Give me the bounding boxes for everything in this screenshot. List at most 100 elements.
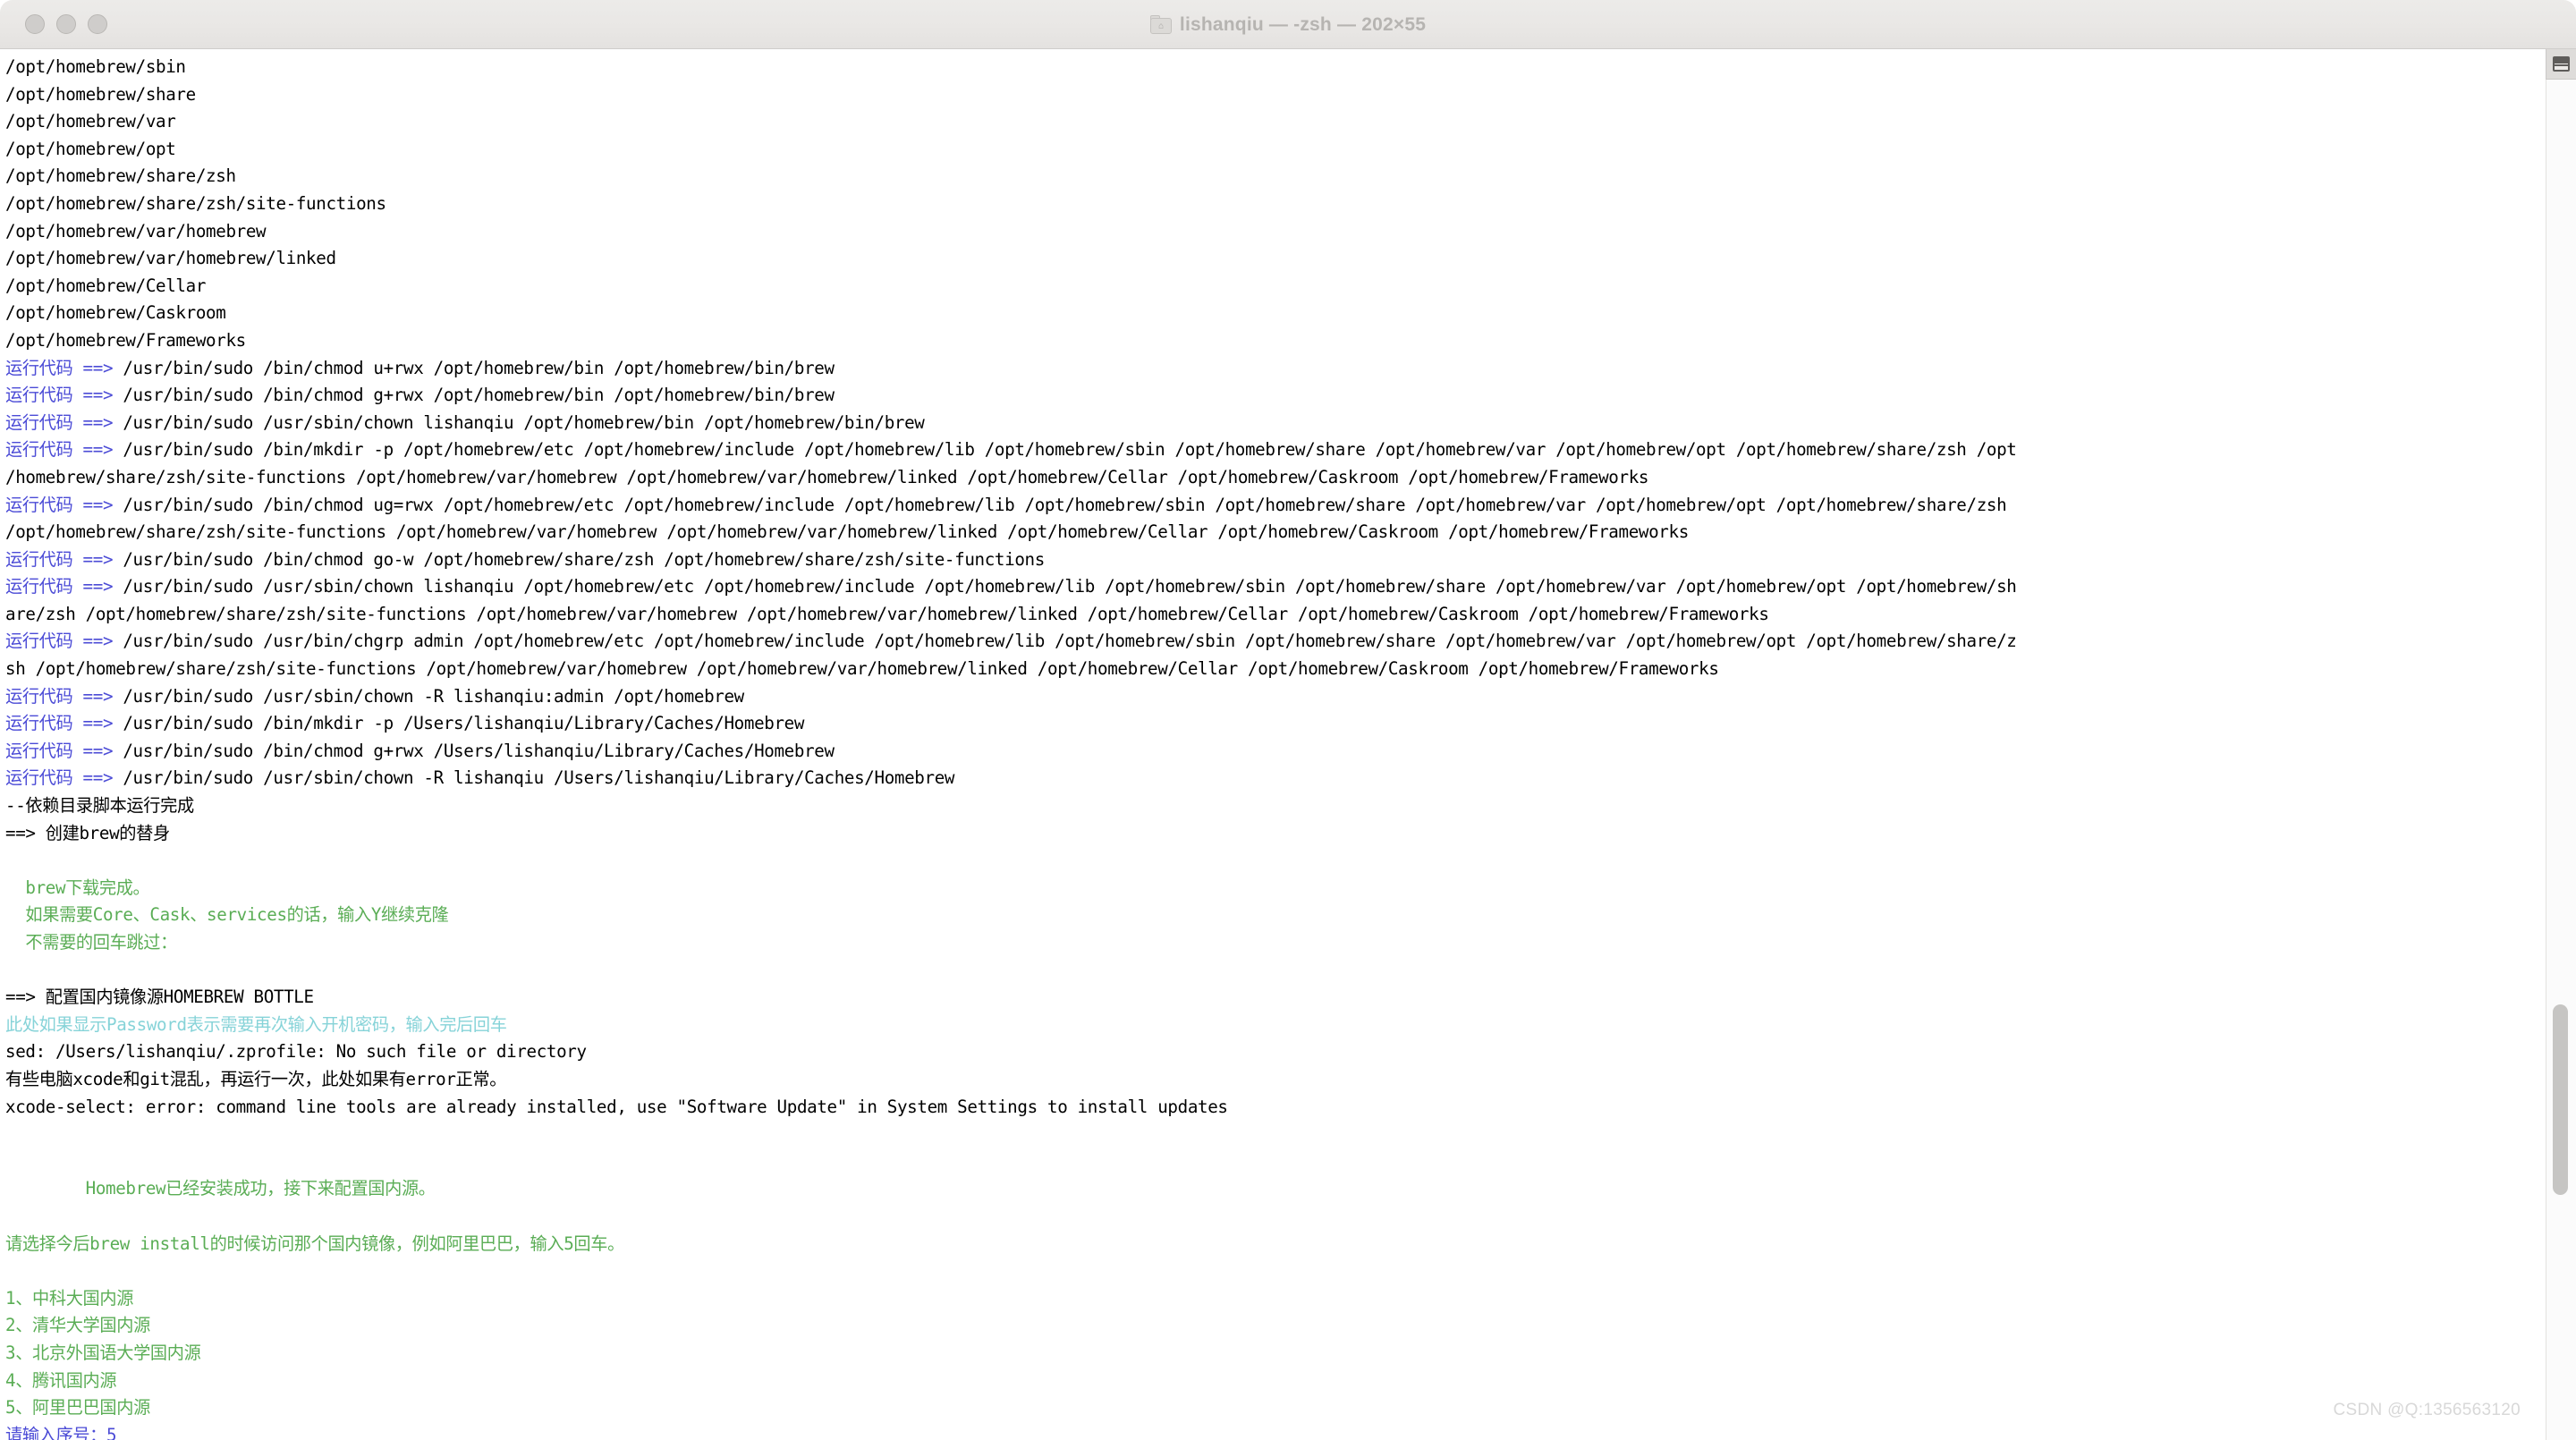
terminal-span: /usr/bin/sudo /bin/chmod g+rwx /Users/li… (123, 740, 835, 761)
terminal-scrollbar-column (2546, 49, 2576, 1440)
terminal-span: 运行代码 ==> (5, 385, 123, 406)
terminal-line: /opt/homebrew/Caskroom (5, 300, 2528, 327)
terminal-line: ==> 配置国内镜像源HOMEBREW BOTTLE (5, 984, 2528, 1012)
window-titlebar[interactable]: ⌂ lishanqiu — -zsh — 202×55 (0, 0, 2576, 49)
terminal-span: are/zsh /opt/homebrew/share/zsh/site-fun… (5, 603, 1769, 624)
terminal-span: /opt/homebrew/var/homebrew (5, 220, 267, 241)
terminal-span: /usr/bin/sudo /bin/chmod ug=rwx /opt/hom… (123, 494, 2007, 515)
zoom-button[interactable] (88, 14, 107, 34)
terminal-line: sh /opt/homebrew/share/zsh/site-function… (5, 656, 2528, 683)
terminal-span: 请选择今后brew install的时候访问那个国内镜像，例如阿里巴巴，输入5回… (5, 1232, 624, 1254)
terminal-span: ==> 创建brew的替身 (5, 822, 170, 843)
terminal-span: sed: /Users/lishanqiu/.zprofile: No such… (5, 1041, 587, 1063)
terminal-span: /opt/homebrew/var (5, 111, 176, 132)
terminal-span: ==> 配置国内镜像源HOMEBREW BOTTLE (5, 987, 314, 1008)
terminal-span: 有些电脑xcode和git混乱，再运行一次，此处如果有error正常。 (5, 1068, 507, 1089)
terminal-line: 5、阿里巴巴国内源 (5, 1394, 2528, 1422)
terminal-window: ⌂ lishanqiu — -zsh — 202×55 /opt/homebre… (0, 0, 2576, 1440)
terminal-span: /usr/bin/sudo /usr/sbin/chown lishanqiu … (123, 576, 2017, 597)
terminal-span: /opt/homebrew/Cellar (5, 275, 207, 296)
terminal-line: 运行代码 ==> /usr/bin/sudo /usr/sbin/chown l… (5, 410, 2528, 437)
terminal-line: 3、北京外国语大学国内源 (5, 1340, 2528, 1368)
minimize-button[interactable] (56, 14, 76, 34)
terminal-span: sh /opt/homebrew/share/zsh/site-function… (5, 658, 1719, 680)
terminal-line: 1、中科大国内源 (5, 1285, 2528, 1313)
terminal-line: /opt/homebrew/Frameworks (5, 327, 2528, 355)
terminal-span: /usr/bin/sudo /usr/bin/chgrp admin /opt/… (123, 631, 2017, 652)
terminal-span: /usr/bin/sudo /usr/sbin/chown -R lishanq… (123, 685, 744, 707)
terminal-span: 1、中科大国内源 (5, 1287, 134, 1309)
terminal-span: 运行代码 ==> (5, 740, 123, 761)
terminal-line: 运行代码 ==> /usr/bin/sudo /usr/sbin/chown -… (5, 683, 2528, 711)
split-pane-button[interactable] (2546, 49, 2576, 80)
terminal-line: /opt/homebrew/var/homebrew/linked (5, 245, 2528, 273)
terminal-line: 运行代码 ==> /usr/bin/sudo /usr/sbin/chown -… (5, 765, 2528, 792)
terminal-span: /usr/bin/sudo /usr/sbin/chown lishanqiu … (123, 411, 925, 433)
split-pane-icon (2553, 56, 2570, 72)
close-button[interactable] (25, 14, 45, 34)
terminal-span: 运行代码 ==> (5, 357, 123, 378)
terminal-line: /opt/homebrew/Cellar (5, 273, 2528, 301)
terminal-span: /opt/homebrew/opt (5, 138, 176, 159)
terminal-line: /opt/homebrew/opt (5, 136, 2528, 164)
terminal-span: 运行代码 ==> (5, 411, 123, 433)
terminal-line: 运行代码 ==> /usr/bin/sudo /bin/chmod go-w /… (5, 546, 2528, 574)
terminal-span: 运行代码 ==> (5, 631, 123, 652)
terminal-line: 运行代码 ==> /usr/bin/sudo /bin/chmod g+rwx … (5, 382, 2528, 410)
terminal-span: 此处如果显示Password表示需要再次输入开机密码，输入完后回车 (5, 1013, 507, 1035)
terminal-line: 运行代码 ==> /usr/bin/sudo /bin/chmod u+rwx … (5, 355, 2528, 383)
terminal-span: /opt/homebrew/share (5, 83, 196, 105)
terminal-span: /opt/homebrew/share/zsh/site-functions /… (5, 521, 1689, 543)
terminal-span: 3、北京外国语大学国内源 (5, 1342, 201, 1363)
terminal-span: 运行代码 ==> (5, 767, 123, 789)
terminal-line: 有些电脑xcode和git混乱，再运行一次，此处如果有error正常。 (5, 1066, 2528, 1094)
terminal-span: 运行代码 ==> (5, 439, 123, 461)
terminal-span: /usr/bin/sudo /bin/chmod g+rwx /opt/home… (123, 385, 835, 406)
terminal-line: Homebrew已经安装成功，接下来配置国内源。 (5, 1175, 2528, 1203)
terminal-span: /usr/bin/sudo /bin/mkdir -p /opt/homebre… (123, 439, 2017, 461)
terminal-line: /opt/homebrew/share/zsh/site-functions (5, 191, 2528, 218)
scrollbar-track[interactable] (2546, 80, 2576, 1440)
terminal-span: 运行代码 ==> (5, 713, 123, 734)
csdn-watermark: CSDN @Q:1356563120 (2333, 1401, 2521, 1419)
terminal-span: /homebrew/share/zsh/site-functions /opt/… (5, 466, 1649, 487)
terminal-line: brew下载完成。 (5, 875, 2528, 902)
terminal-line: 运行代码 ==> /usr/bin/sudo /bin/mkdir -p /Us… (5, 710, 2528, 738)
terminal-line: /opt/homebrew/share (5, 81, 2528, 109)
terminal-span: 5、阿里巴巴国内源 (5, 1397, 150, 1419)
terminal-line: 运行代码 ==> /usr/bin/sudo /bin/chmod ug=rwx… (5, 492, 2528, 520)
terminal-line: 4、腾讯国内源 (5, 1368, 2528, 1395)
terminal-span: Homebrew已经安装成功，接下来配置国内源。 (5, 1178, 436, 1199)
terminal-line: sed: /Users/lishanqiu/.zprofile: No such… (5, 1038, 2528, 1066)
terminal-span: /opt/homebrew/sbin (5, 56, 186, 77)
terminal-span: 请输入序号：5 (5, 1424, 117, 1440)
terminal-span: 运行代码 ==> (5, 494, 123, 515)
terminal-line: 运行代码 ==> /usr/bin/sudo /bin/chmod g+rwx … (5, 738, 2528, 766)
terminal-span: /opt/homebrew/Caskroom (5, 302, 226, 324)
terminal-span: xcode-select: error: command line tools … (5, 1096, 1228, 1117)
terminal-span: /opt/homebrew/share/zsh (5, 165, 236, 187)
window-title-group: ⌂ lishanqiu — -zsh — 202×55 (0, 0, 2576, 49)
terminal-line: /opt/homebrew/share/zsh (5, 163, 2528, 191)
terminal-line: are/zsh /opt/homebrew/share/zsh/site-fun… (5, 601, 2528, 629)
terminal-output-area[interactable]: /opt/homebrew/sbin/opt/homebrew/share/op… (0, 49, 2576, 1440)
terminal-span: /usr/bin/sudo /usr/sbin/chown -R lishanq… (123, 767, 955, 789)
terminal-line: 运行代码 ==> /usr/bin/sudo /usr/sbin/chown l… (5, 573, 2528, 601)
terminal-line: 请输入序号：5 (5, 1422, 2528, 1440)
home-folder-icon: ⌂ (1149, 15, 1172, 34)
terminal-line: 请选择今后brew install的时候访问那个国内镜像，例如阿里巴巴，输入5回… (5, 1231, 2528, 1258)
terminal-span: /usr/bin/sudo /bin/chmod u+rwx /opt/home… (123, 357, 835, 378)
scrollbar-thumb[interactable] (2553, 1004, 2568, 1196)
terminal-span: brew下载完成。 (5, 877, 150, 898)
terminal-line: /opt/homebrew/share/zsh/site-functions /… (5, 519, 2528, 546)
terminal-line: --依赖目录脚本运行完成 (5, 792, 2528, 820)
terminal-line: 2、清华大学国内源 (5, 1312, 2528, 1340)
terminal-span: 运行代码 ==> (5, 685, 123, 707)
terminal-span: /opt/homebrew/Frameworks (5, 329, 246, 351)
traffic-light-buttons (25, 14, 107, 34)
terminal-line: 此处如果显示Password表示需要再次输入开机密码，输入完后回车 (5, 1012, 2528, 1039)
